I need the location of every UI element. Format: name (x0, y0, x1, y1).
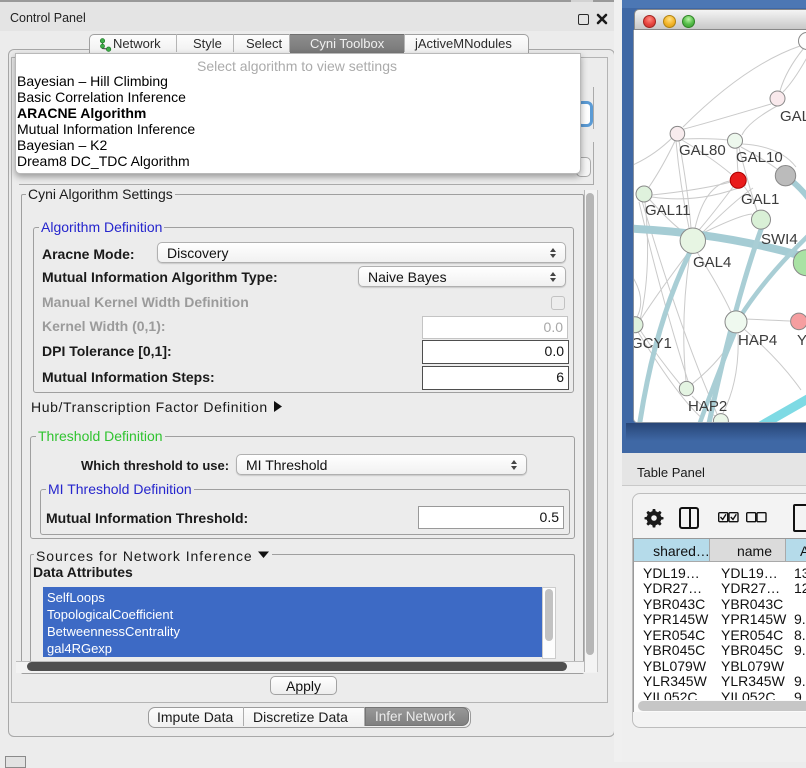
svg-text:GAL10: GAL10 (736, 149, 783, 166)
svg-text:SWI4: SWI4 (761, 231, 798, 248)
svg-text:GAL4: GAL4 (693, 254, 731, 271)
svg-text:YJ: YJ (797, 332, 806, 349)
svg-text:HAP4: HAP4 (738, 332, 777, 349)
svg-text:GAL7: GAL7 (780, 108, 806, 125)
svg-text:GAL11: GAL11 (645, 202, 691, 219)
svg-text:GAL1: GAL1 (741, 191, 779, 208)
svg-text:GCY1: GCY1 (634, 335, 672, 352)
svg-text:GAL80: GAL80 (679, 142, 726, 159)
svg-text:HAP2: HAP2 (688, 398, 727, 415)
